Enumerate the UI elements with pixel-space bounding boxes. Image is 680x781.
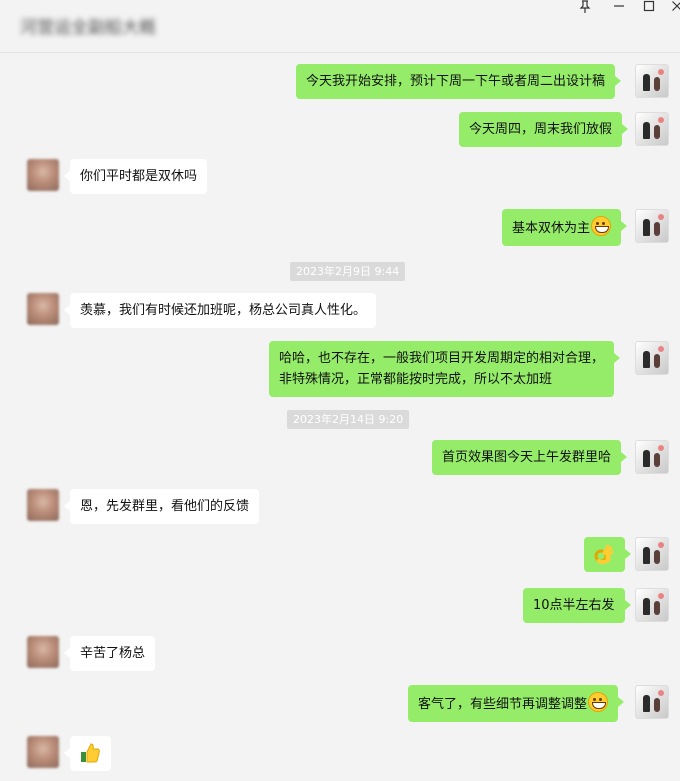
message-text: 基本双休为主 [512,221,591,236]
maximize-icon[interactable] [636,0,662,16]
contact-avatar[interactable] [27,636,59,668]
message-bubble-self[interactable]: 基本双休为主 [502,209,628,246]
timestamp: 2023年2月9日 9:44 [290,262,406,281]
message-list[interactable]: 今天我开始安排，预计下周一下午或者周二出设计稿 今天周四，周末我们放假 你们平时… [0,52,680,781]
self-avatar[interactable] [635,537,669,571]
message-text: 羡慕，我们有时候还加班呢，杨总公司真人性化。 [80,303,367,318]
message-text-line: 哈哈，也不存在，一般我们项目开发周期定的相对合理， [279,351,605,366]
message-bubble-self[interactable] [584,537,631,572]
self-avatar[interactable] [635,341,669,375]
timestamp: 2023年2月14日 9:20 [287,410,410,429]
message-bubble-other[interactable]: 你们平时都是双休吗 [63,159,208,194]
pin-icon[interactable] [572,0,598,16]
ok-hand-emoji-icon [594,544,614,565]
minimize-icon[interactable] [606,0,632,16]
self-avatar[interactable] [635,685,669,719]
message-bubble-self[interactable]: 哈哈，也不存在，一般我们项目开发周期定的相对合理， 非特殊情况，正常都能按时完成… [269,341,621,397]
message-bubble-self[interactable]: 今天周四，周末我们放假 [459,112,629,147]
grin-emoji-icon [591,216,612,236]
message-text: 今天周四，周末我们放假 [469,122,613,137]
contact-avatar[interactable] [27,736,59,768]
message-bubble-other[interactable]: 辛苦了杨总 [63,636,156,671]
message-bubble-other[interactable]: 羡慕，我们有时候还加班呢，杨总公司真人性化。 [63,293,377,328]
self-avatar[interactable] [635,440,669,474]
close-icon[interactable] [664,0,680,16]
self-avatar[interactable] [635,588,669,622]
message-text: 你们平时都是双休吗 [80,169,198,184]
message-bubble-self[interactable]: 10点半左右发 [523,588,631,623]
self-avatar[interactable] [635,112,669,146]
message-bubble-self[interactable]: 首页效果图今天上午发群里哈 [432,440,628,475]
grin-emoji-icon [588,692,609,712]
self-avatar[interactable] [635,209,669,243]
message-bubble-self[interactable]: 客气了，有些细节再调整调整 [408,685,625,722]
contact-avatar[interactable] [27,489,59,521]
message-text: 首页效果图今天上午发群里哈 [442,450,612,465]
message-text: 10点半左右发 [533,598,615,613]
message-text: 辛苦了杨总 [80,646,146,661]
contact-avatar[interactable] [27,293,59,325]
message-text: 恩，先发群里，看他们的反馈 [80,499,250,514]
message-bubble-other[interactable] [64,736,111,771]
thumbs-up-emoji-icon [81,743,100,763]
message-text: 客气了，有些细节再调整调整 [418,697,588,712]
chat-title: 河营运全副船大概 [20,18,156,38]
title-bar: 河营运全副船大概 [0,0,680,53]
message-bubble-other[interactable]: 恩，先发群里，看他们的反馈 [63,489,260,524]
message-text: 今天我开始安排，预计下周一下午或者周二出设计稿 [306,74,606,89]
contact-avatar[interactable] [27,159,59,191]
message-text-line: 非特殊情况，正常都能按时完成，所以不太加班 [279,372,553,387]
message-bubble-self[interactable]: 今天我开始安排，预计下周一下午或者周二出设计稿 [296,64,622,99]
self-avatar[interactable] [635,64,669,98]
